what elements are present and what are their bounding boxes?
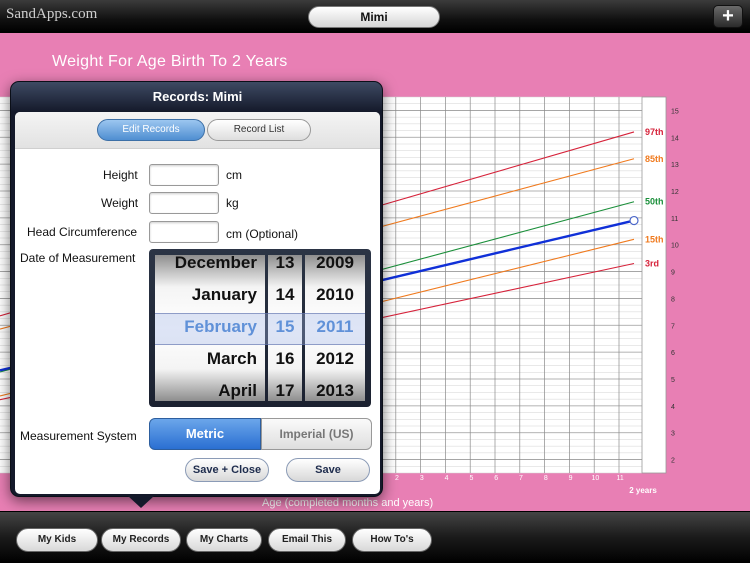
y-tick-label: 14 (671, 135, 679, 142)
month-option[interactable]: December (155, 255, 265, 279)
my-records-button[interactable]: My Records (101, 528, 181, 552)
save-close-button[interactable]: Save + Close (185, 458, 269, 482)
x-tick-label: 10 (592, 475, 600, 482)
day-option[interactable]: 13 (268, 255, 302, 279)
x-tick-label: 9 (569, 475, 573, 482)
tab-record-list[interactable]: Record List (207, 119, 311, 141)
day-option[interactable]: 17 (268, 375, 302, 401)
year-option[interactable]: 2010 (305, 279, 365, 311)
weight-unit: kg (226, 196, 239, 210)
percentile-label-85th: 85th (645, 154, 664, 164)
measurement-system-label: Measurement System (20, 429, 137, 443)
x-axis-label: Age (completed months and years) (262, 497, 434, 509)
popover-arrow (128, 496, 154, 508)
bottom-toolbar: My Kids My Records My Charts Email This How … (0, 511, 750, 563)
email-this-button[interactable]: Email This (268, 528, 346, 552)
how-tos-button[interactable]: How To's (352, 528, 432, 552)
y-tick-label: 15 (671, 108, 679, 115)
y-tick-label: 5 (671, 377, 675, 384)
day-option[interactable]: 16 (268, 343, 302, 375)
month-option[interactable]: March (155, 343, 265, 375)
y-tick-label: 9 (671, 270, 675, 277)
x-tick-label: 5 (469, 475, 473, 482)
records-popover: Records: Mimi Edit Records Record List H… (10, 81, 383, 497)
x-tick-label: 6 (494, 475, 498, 482)
head-circumference-label: Head Circumference (27, 225, 138, 239)
y-tick-label: 8 (671, 296, 675, 303)
my-charts-button[interactable]: My Charts (186, 528, 262, 552)
percentile-label-50th: 50th (645, 197, 664, 207)
y-tick-label: 4 (671, 404, 675, 411)
y-tick-label: 3 (671, 431, 675, 438)
height-unit: cm (226, 168, 242, 182)
year-option[interactable]: 2012 (305, 343, 365, 375)
year-option[interactable]: 2009 (305, 255, 365, 279)
x-tick-label: 4 (445, 475, 449, 482)
x-tick-label: 3 (420, 475, 424, 482)
tab-edit-records[interactable]: Edit Records (97, 119, 205, 141)
popover-title: Records: Mimi (152, 89, 243, 104)
y-tick-label: 13 (671, 162, 679, 169)
y-tick-label: 10 (671, 243, 679, 250)
day-option[interactable]: 14 (268, 279, 302, 311)
head-circumference-unit: cm (Optional) (226, 227, 299, 241)
y-tick-label: 11 (671, 216, 678, 223)
my-kids-button[interactable]: My Kids (16, 528, 98, 552)
month-option[interactable]: April (155, 375, 265, 401)
x-tick-label: 7 (519, 475, 523, 482)
weight-field[interactable] (149, 192, 219, 214)
y-tick-label: 7 (671, 323, 675, 330)
picker-selection-band (155, 313, 365, 345)
x-end-label: 2 years (629, 486, 657, 495)
date-label: Date of Measurement (20, 251, 136, 265)
height-field[interactable] (149, 164, 219, 186)
percentile-label-97th: 97th (645, 127, 664, 137)
save-button[interactable]: Save (286, 458, 370, 482)
child-weight-point (629, 215, 639, 226)
popover-body: Edit Records Record List Height cm Weigh… (15, 112, 380, 494)
percentile-label-15th: 15th (645, 234, 664, 244)
x-tick-label: 11 (617, 475, 624, 482)
imperial-option[interactable]: Imperial (US) (261, 418, 372, 450)
date-picker[interactable]: December January February March April 13 14 15… (149, 249, 371, 407)
month-option[interactable]: January (155, 279, 265, 311)
x-tick-label: 8 (544, 475, 548, 482)
y-tick-label: 12 (671, 189, 679, 196)
record-tabs: Edit Records Record List (15, 112, 380, 149)
percentile-label-3rd: 3rd (645, 259, 659, 269)
weight-label: Weight (101, 196, 139, 210)
year-option[interactable]: 2013 (305, 375, 365, 401)
x-tick-label: 2 (395, 475, 399, 482)
metric-option[interactable]: Metric (149, 418, 261, 450)
head-circumference-field[interactable] (149, 221, 219, 243)
y-tick-label: 2 (671, 458, 675, 465)
height-label: Height (103, 168, 138, 182)
y-tick-label: 6 (671, 350, 675, 357)
